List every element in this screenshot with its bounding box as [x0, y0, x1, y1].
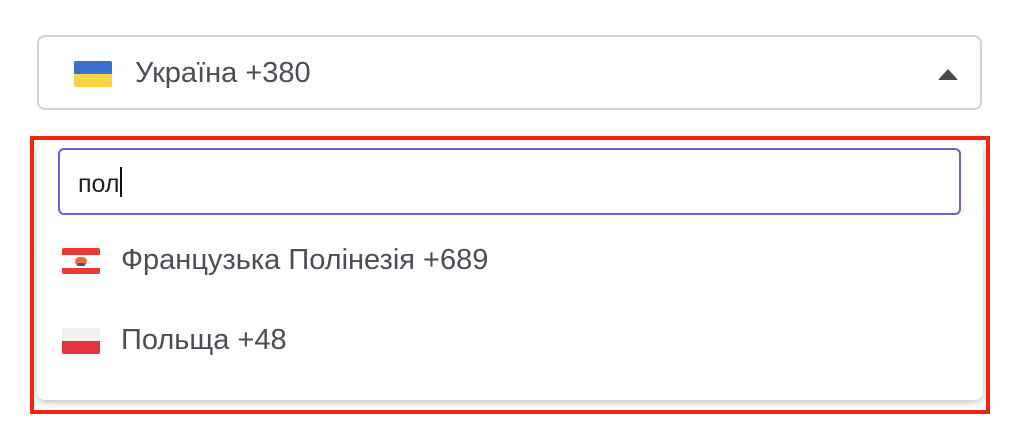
country-option-label: Польща +48: [121, 324, 287, 356]
country-code-select[interactable]: Україна +380: [37, 35, 982, 110]
text-cursor: [120, 167, 123, 197]
country-option-label: Французька Полінезія +689: [121, 244, 489, 276]
french-polynesia-flag-icon: [62, 248, 100, 274]
poland-flag-icon: [62, 328, 100, 354]
country-option-poland[interactable]: Польща +48: [37, 307, 983, 377]
caret-up-icon[interactable]: [938, 69, 958, 80]
ukraine-flag-icon: [74, 61, 112, 87]
country-option-french-polynesia[interactable]: Французька Полінезія +689: [37, 227, 983, 297]
selected-country-label: Україна +380: [135, 57, 311, 89]
country-dropdown: пол Французька Полінезія +689 Польща +48: [37, 142, 983, 400]
search-input-value: пол: [78, 170, 120, 198]
country-search-input[interactable]: пол: [58, 148, 961, 215]
